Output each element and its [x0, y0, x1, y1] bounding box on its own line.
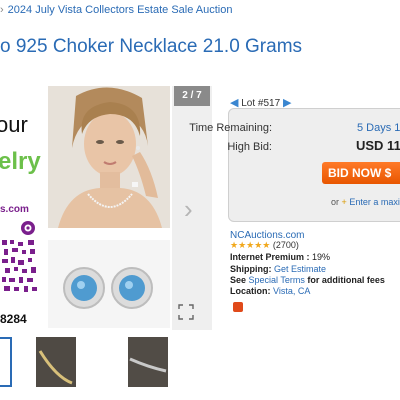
image-counter: 2 / 7 [174, 86, 210, 106]
fullscreen-icon[interactable] [178, 304, 194, 320]
banner-url: s.com [0, 204, 29, 215]
high-bid-value: USD 11.0 [356, 138, 400, 153]
qr-code-icon [2, 221, 37, 292]
banner-text-line1: our [0, 112, 28, 137]
earring-photo [48, 240, 170, 328]
product-main-image[interactable] [48, 86, 170, 228]
max-bid-line: or + Enter a maxim [331, 197, 400, 207]
breadcrumb-separator: › [0, 4, 4, 16]
terms-suffix: for additional fees [307, 275, 385, 285]
plus-icon: + [341, 197, 347, 207]
thumbnail-3[interactable] [128, 337, 168, 387]
breadcrumb[interactable]: › 2024 July Vista Collectors Estate Sale … [0, 4, 232, 16]
banner-phone: 8284 [0, 312, 27, 326]
necklace-thumb [129, 357, 167, 373]
shipping-label: Shipping: [230, 264, 272, 274]
page-title: o 925 Choker Necklace 21.0 Grams [0, 36, 303, 57]
necklace-thumb [38, 350, 73, 385]
bid-now-label: BID NOW $ [328, 166, 392, 180]
high-bid-label: High Bid: [227, 141, 272, 153]
breadcrumb-link[interactable]: 2024 July Vista Collectors Estate Sale A… [8, 4, 233, 16]
special-terms-link[interactable]: Special Terms [249, 275, 305, 285]
model-photo [48, 86, 170, 228]
internet-premium: Internet Premium : 19% [230, 252, 330, 262]
next-image-icon[interactable]: › [184, 196, 193, 222]
star-icons: ★★★★★ [230, 240, 271, 250]
product-earring-image[interactable] [48, 240, 170, 328]
thumbnail-2[interactable] [36, 337, 76, 387]
promo-banner[interactable]: our elry s.com 8284 [0, 86, 46, 336]
premium-value: 19% [312, 252, 331, 262]
enter-max-bid-link[interactable]: Enter a maxim [349, 197, 400, 207]
seller-badge-icon[interactable] [233, 302, 243, 312]
shipping-info: Shipping: Get Estimate [230, 264, 326, 274]
thumbnail-1[interactable] [0, 337, 12, 387]
location-value[interactable]: Vista, CA [273, 286, 310, 296]
special-terms: See Special Terms for additional fees [230, 275, 385, 285]
rating-count: (2700) [272, 240, 299, 250]
banner-text-line2: elry [0, 148, 41, 175]
time-remaining-value: 5 Days 13 [357, 122, 400, 134]
bid-now-button[interactable]: BID NOW $ [322, 162, 400, 184]
terms-prefix: See [230, 275, 247, 285]
location-label: Location: [230, 286, 271, 296]
or-text: or [331, 197, 340, 207]
seller-rating[interactable]: ★★★★★ (2700) [230, 240, 299, 251]
get-estimate-link[interactable]: Get Estimate [274, 264, 326, 274]
premium-label: Internet Premium : [230, 252, 310, 262]
location-info: Location: Vista, CA [230, 286, 310, 296]
time-remaining-label: Time Remaining: [189, 122, 272, 134]
